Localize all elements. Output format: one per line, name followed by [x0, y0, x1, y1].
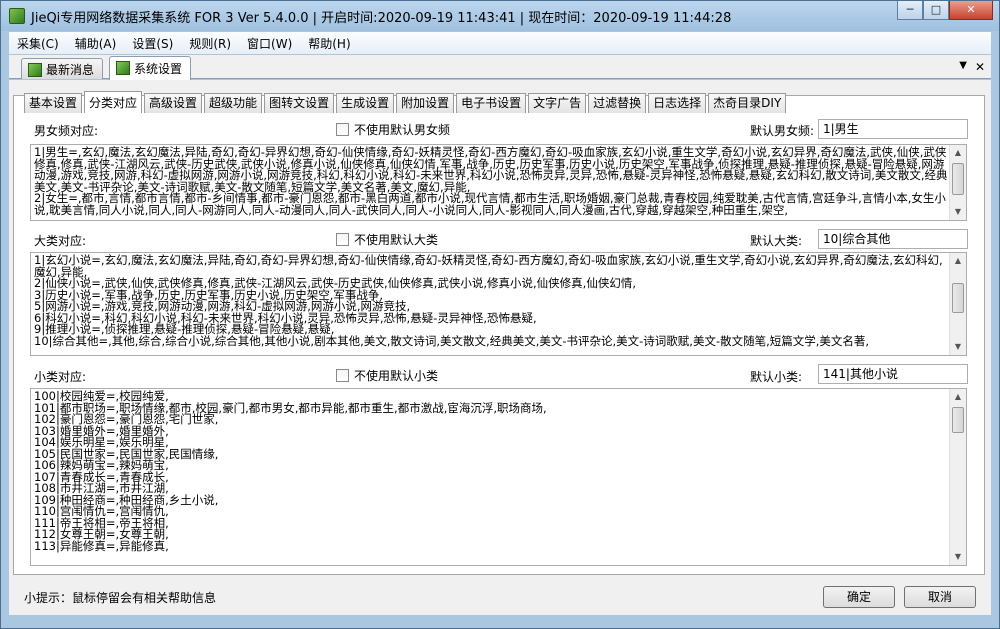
tab-additional-settings[interactable]: 附加设置 — [396, 93, 455, 113]
tab-log-selection[interactable]: 日志选择 — [648, 93, 707, 113]
tab-jieqi-catalog-diy[interactable]: 杰奇目录DIY — [708, 93, 787, 113]
mdi-tab-label: 最新消息 — [46, 62, 95, 77]
default-subcategory-label: 默认小类: — [750, 370, 803, 384]
cancel-button[interactable]: 取消 — [904, 586, 976, 608]
mapping-line: 1|男生=,玄幻,魔法,玄幻魔法,异陆,奇幻,奇幻-异界幻想,奇幻-仙侠情缘,奇… — [34, 145, 948, 194]
subcategory-mapping-label: 小类对应: — [34, 370, 87, 384]
vertical-scrollbar[interactable]: ▲ ▼ — [949, 253, 966, 355]
app-logo-icon — [9, 8, 25, 24]
ok-button[interactable]: 确定 — [823, 586, 895, 608]
tab-basic-settings[interactable]: 基本设置 — [24, 93, 83, 113]
tab-ebook-settings[interactable]: 电子书设置 — [456, 93, 527, 113]
menu-rules[interactable]: 规则(R) — [181, 35, 239, 52]
mapping-line: 105|民国世家=,民国世家,民国情缘, — [34, 446, 219, 461]
mapping-line: 102|豪门恩怨=,豪门恩怨,宅门世家, — [34, 412, 219, 426]
no-default-category-checkbox[interactable]: 不使用默认大类 — [336, 231, 438, 248]
close-tab-icon[interactable]: ✕ — [975, 60, 985, 74]
book-icon — [116, 61, 130, 75]
tab-generate-settings[interactable]: 生成设置 — [336, 93, 395, 113]
gender-mapping-textarea[interactable]: 1|男生=,玄幻,魔法,玄幻魔法,异陆,奇幻,奇幻-异界幻想,奇幻-仙侠情缘,奇… — [30, 144, 967, 221]
close-button[interactable]: ✕ — [949, 1, 993, 20]
mapping-line: 10|综合其他=,其他,综合,综合小说,综合其他,其他小说,剧本其他,美文,散文… — [34, 333, 870, 348]
checkbox-box[interactable] — [336, 123, 349, 136]
window-title: JieQi专用网络数据采集系统 FOR 3 Ver 5.4.0.0 | 开启时间… — [31, 10, 732, 26]
checkbox-box[interactable] — [336, 369, 349, 382]
mdi-tab-bar: 最新消息 系统设置 ▼ ✕ — [9, 55, 991, 80]
default-subcategory-field[interactable]: 141|其他小说 — [818, 364, 968, 384]
vertical-scrollbar[interactable]: ▲ ▼ — [949, 389, 966, 565]
textarea-content: 1|玄幻小说=,玄幻,魔法,玄幻魔法,异陆,奇幻,奇幻-异界幻想,奇幻-仙侠情缘… — [34, 253, 948, 348]
scroll-thumb[interactable] — [952, 283, 964, 313]
default-category-field[interactable]: 10|综合其他 — [818, 229, 968, 249]
category-mapping-textarea[interactable]: 1|玄幻小说=,玄幻,魔法,玄幻魔法,异陆,奇幻,奇幻-异界幻想,奇幻-仙侠情缘… — [30, 252, 967, 356]
default-gender-field[interactable]: 1|男生 — [818, 119, 968, 139]
textarea-content: 100|校园纯爱=,校园纯爱, 101|都市职场=,职场情缘,都市,校园,豪门,… — [34, 390, 948, 553]
default-category-label: 默认大类: — [750, 234, 803, 248]
maximize-button[interactable]: □ — [923, 1, 949, 20]
checkbox-label: 不使用默认大类 — [354, 233, 439, 247]
menu-collect[interactable]: 采集(C) — [9, 35, 67, 52]
gender-mapping-label: 男女频对应: — [34, 124, 99, 138]
mapping-line: 103|婚里婚外=,婚里婚外, — [34, 423, 169, 438]
scroll-up-icon[interactable]: ▲ — [950, 253, 966, 269]
scroll-up-icon[interactable]: ▲ — [950, 389, 966, 405]
scroll-thumb[interactable] — [952, 407, 964, 433]
mapping-line: 109|种田经商=,种田经商,乡土小说, — [34, 492, 219, 507]
scroll-down-icon[interactable]: ▼ — [950, 204, 966, 220]
window-controls: ─ □ ✕ — [897, 1, 993, 20]
title-bar: JieQi专用网络数据采集系统 FOR 3 Ver 5.4.0.0 | 开启时间… — [1, 1, 999, 31]
textarea-content: 1|男生=,玄幻,魔法,玄幻魔法,异陆,奇幻,奇幻-异界幻想,奇幻-仙侠情缘,奇… — [34, 145, 948, 217]
checkbox-label: 不使用默认小类 — [354, 369, 439, 383]
mdi-tab-label: 系统设置 — [134, 62, 183, 76]
tab-text-ads[interactable]: 文字广告 — [528, 93, 587, 113]
mapping-line: 1|玄幻小说=,玄幻,魔法,玄幻魔法,异陆,奇幻,奇幻-异界幻想,奇幻-仙侠情缘… — [34, 253, 943, 279]
no-default-subcategory-checkbox[interactable]: 不使用默认小类 — [336, 367, 438, 384]
book-icon — [28, 63, 42, 77]
menu-help[interactable]: 帮助(H) — [300, 35, 358, 52]
mapping-line: 106|辣妈萌宝=,辣妈萌宝, — [34, 458, 169, 472]
menu-bar: 采集(C) 辅助(A) 设置(S) 规则(R) 窗口(W) 帮助(H) — [9, 32, 991, 54]
category-mapping-label: 大类对应: — [34, 234, 87, 248]
mapping-line: 111|帝王将相=,帝王将相, — [34, 515, 169, 530]
scroll-thumb[interactable] — [952, 163, 964, 195]
mapping-line: 113|异能修真=,异能修真, — [34, 538, 169, 553]
scroll-down-icon[interactable]: ▼ — [950, 339, 966, 355]
settings-tabs: 基本设置 分类对应 高级设置 超级功能 图转文设置 生成设置 附加设置 电子书设… — [24, 91, 788, 113]
tab-super-functions[interactable]: 超级功能 — [204, 93, 263, 113]
mapping-line: 2|女生=,都市,言情,都市言情,都市-乡间情事,都市-豪门恩怨,都市-黑白两道… — [34, 191, 946, 217]
checkbox-label: 不使用默认男女频 — [354, 123, 451, 137]
mdi-tab-latest-news[interactable]: 最新消息 — [21, 58, 104, 79]
tab-category-mapping[interactable]: 分类对应 — [84, 91, 143, 113]
tab-image-to-text[interactable]: 图转文设置 — [264, 93, 335, 113]
menu-assist[interactable]: 辅助(A) — [67, 35, 125, 52]
mdi-tab-system-settings[interactable]: 系统设置 — [109, 56, 192, 80]
tab-dropdown-icon[interactable]: ▼ — [959, 60, 967, 71]
menu-window[interactable]: 窗口(W) — [239, 35, 300, 52]
mapping-line: 112|女尊王朝=,女尊王朝, — [34, 527, 169, 541]
menu-settings[interactable]: 设置(S) — [124, 35, 181, 52]
scroll-down-icon[interactable]: ▼ — [950, 549, 966, 565]
scroll-up-icon[interactable]: ▲ — [950, 145, 966, 161]
tab-filter-replace[interactable]: 过滤替换 — [588, 93, 647, 113]
default-gender-label: 默认男女频: — [750, 124, 815, 138]
checkbox-box[interactable] — [336, 233, 349, 246]
subcategory-mapping-textarea[interactable]: 100|校园纯爱=,校园纯爱, 101|都市职场=,职场情缘,都市,校园,豪门,… — [30, 388, 967, 566]
minimize-button[interactable]: ─ — [897, 1, 923, 20]
mapping-line: 107|青春成长=,青春成长, — [34, 469, 169, 484]
tab-advanced-settings[interactable]: 高级设置 — [144, 93, 203, 113]
mapping-line: 110|宫闱情仇=,宫闱情仇, — [34, 504, 169, 518]
help-hint: 小提示：鼠标停留会有相关帮助信息 — [24, 591, 217, 605]
vertical-scrollbar[interactable]: ▲ ▼ — [949, 145, 966, 220]
no-default-gender-checkbox[interactable]: 不使用默认男女频 — [336, 121, 450, 138]
